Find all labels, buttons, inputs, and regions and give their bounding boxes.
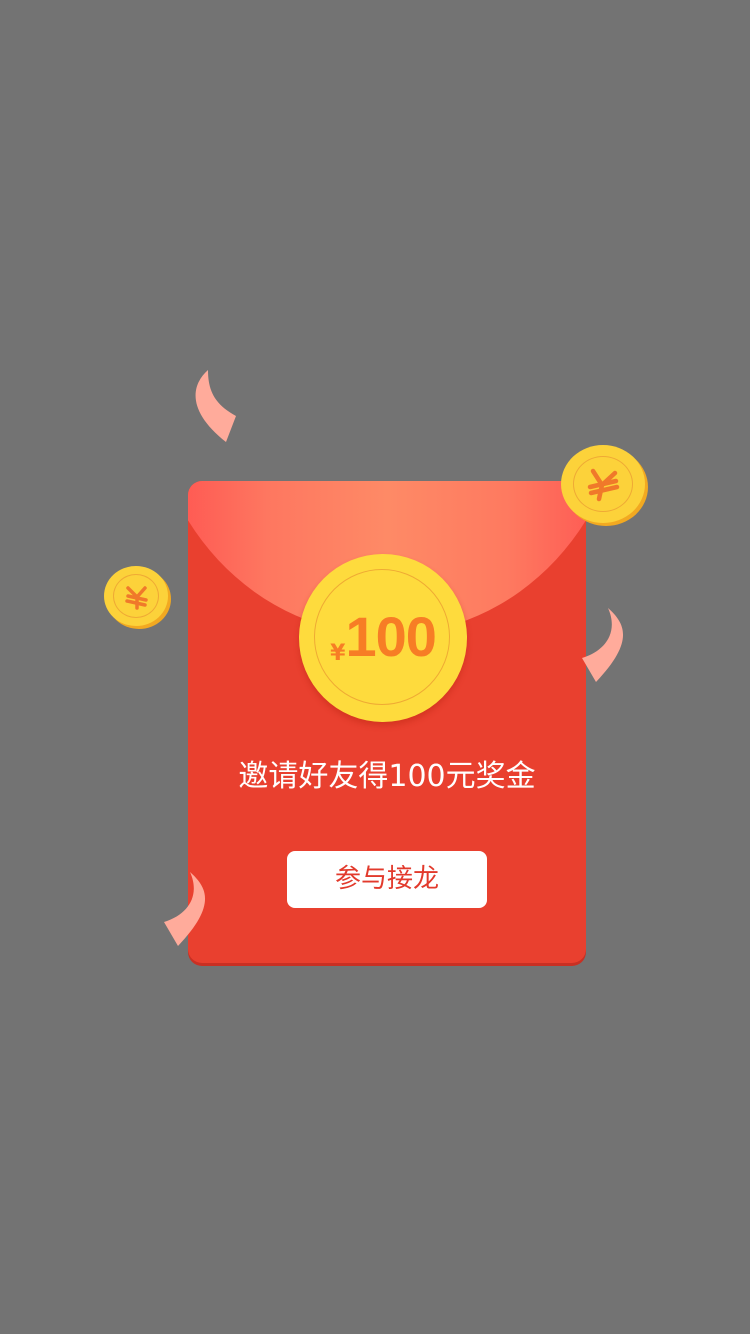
yen-symbol-icon xyxy=(125,586,148,610)
page-root: { "red_packet": { "currency_symbol": "¥"… xyxy=(0,0,750,1334)
reward-amount: ¥100 xyxy=(299,609,467,667)
yen-symbol-icon xyxy=(587,468,620,502)
yen-coin-icon xyxy=(561,445,645,523)
invite-reward-text: 邀请好友得100元奖金 xyxy=(238,759,536,794)
amount-value: 100 xyxy=(345,605,436,668)
confetti-icon xyxy=(164,872,206,946)
join-relay-button[interactable]: 参与接龙 xyxy=(287,851,487,908)
yen-coin-icon xyxy=(104,566,168,626)
amount-coin: ¥100 xyxy=(299,554,467,722)
currency-symbol: ¥ xyxy=(330,641,346,666)
confetti-icon xyxy=(195,370,236,442)
confetti-icon xyxy=(582,608,624,682)
